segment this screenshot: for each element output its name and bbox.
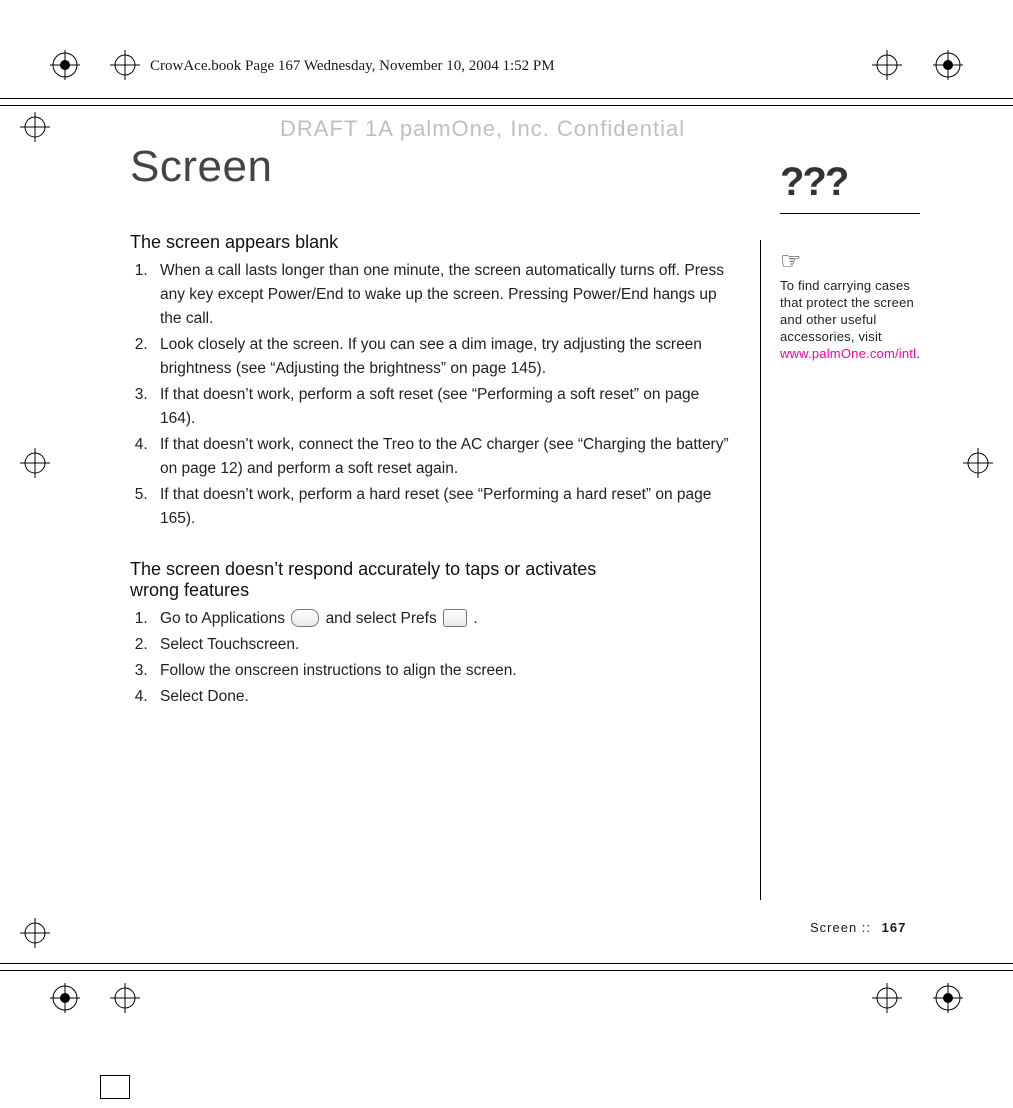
vertical-divider <box>760 240 761 900</box>
horizontal-rule <box>0 98 1013 99</box>
draft-watermark: DRAFT 1A palmOne, Inc. Confidential <box>280 116 685 142</box>
sidebar-tip: To find carrying cases that protect the … <box>780 278 920 362</box>
crop-target-icon <box>110 50 140 80</box>
pointing-hand-icon: ☞ <box>780 250 920 274</box>
step-item: When a call lasts longer than one minute… <box>152 259 730 331</box>
crop-target-icon <box>872 50 902 80</box>
steps-blank-screen: When a call lasts longer than one minute… <box>130 259 730 531</box>
footer-page-number: 167 <box>882 920 907 935</box>
step-text: . <box>473 610 477 627</box>
question-marks-icon: ??? <box>780 160 920 205</box>
footer-section-label: Screen :: <box>810 920 871 935</box>
prefs-icon <box>443 609 467 627</box>
registration-mark-icon <box>933 983 963 1013</box>
crop-target-icon <box>20 112 50 142</box>
step-item: If that doesn’t work, connect the Treo t… <box>152 433 730 481</box>
applications-icon <box>291 609 319 627</box>
step-item: If that doesn’t work, perform a soft res… <box>152 383 730 431</box>
step-item: Select Done. <box>152 685 730 709</box>
horizontal-rule <box>0 970 1013 971</box>
crop-target-icon <box>20 918 50 948</box>
step-text: Go to Applications <box>160 610 289 627</box>
section-title: Screen <box>130 142 730 192</box>
tip-link[interactable]: www.palmOne.com/intl <box>780 346 916 361</box>
horizontal-rule <box>780 213 920 214</box>
subheading-blank-screen: The screen appears blank <box>130 232 730 253</box>
running-header: CrowAce.book Page 167 Wednesday, Novembe… <box>150 58 555 75</box>
step-item: Go to Applications and select Prefs . <box>152 607 730 631</box>
registration-mark-icon <box>50 983 80 1013</box>
registration-mark-icon <box>933 50 963 80</box>
subheading-tap-inaccuracy: The screen doesn’t respond accurately to… <box>130 559 650 601</box>
page-footer: Screen :: 167 <box>810 920 906 935</box>
step-item: Follow the onscreen instructions to alig… <box>152 659 730 683</box>
horizontal-rule <box>0 105 1013 106</box>
step-item: Look closely at the screen. If you can s… <box>152 333 730 381</box>
step-item: Select Touchscreen. <box>152 633 730 657</box>
crop-target-icon <box>110 983 140 1013</box>
step-item: If that doesn’t work, perform a hard res… <box>152 483 730 531</box>
horizontal-rule <box>0 963 1013 964</box>
crop-target-icon <box>20 448 50 478</box>
crop-target-icon <box>963 448 993 478</box>
tip-text-tail: . <box>916 346 920 361</box>
steps-tap-inaccuracy: Go to Applications and select Prefs . Se… <box>130 607 730 709</box>
corner-box-icon <box>100 1075 130 1099</box>
tip-text-lead: To find carrying cases that protect the … <box>780 278 914 344</box>
crop-target-icon <box>872 983 902 1013</box>
registration-mark-icon <box>50 50 80 80</box>
step-text: and select Prefs <box>326 610 441 627</box>
